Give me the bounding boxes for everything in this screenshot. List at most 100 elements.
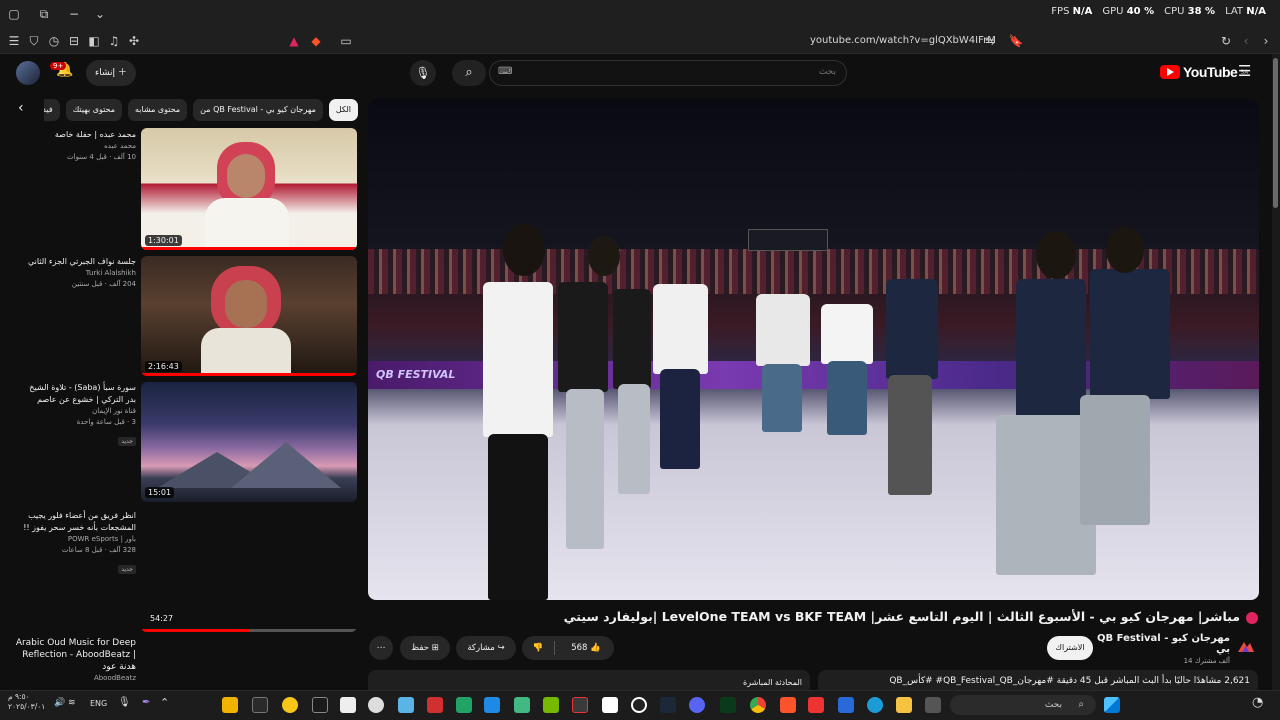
scrollbar-thumb[interactable] xyxy=(1273,58,1278,208)
shield-icon[interactable]: ⛉ xyxy=(24,28,44,54)
app-icon-15[interactable] xyxy=(631,697,647,713)
back-icon[interactable]: ‹ xyxy=(1236,28,1256,54)
related-chips: الكل من QB Festival - مهرجان كيو بي محتو… xyxy=(44,99,358,121)
app-icon-25[interactable] xyxy=(925,697,941,713)
music-icon[interactable]: ♫ xyxy=(104,28,124,54)
file-explorer-icon[interactable] xyxy=(896,697,912,713)
related-thumbnail-3[interactable]: 15:01 xyxy=(141,382,357,502)
app-icon-10[interactable] xyxy=(484,697,500,713)
history-icon[interactable]: ◷ xyxy=(44,28,64,54)
app-icon-5[interactable] xyxy=(340,697,356,713)
menu-icon[interactable]: ☰ xyxy=(4,28,24,54)
wifi-icon[interactable]: ≋ xyxy=(68,698,76,708)
app-icon-21[interactable] xyxy=(808,697,824,713)
nvidia-icon[interactable] xyxy=(543,697,559,713)
player-figure xyxy=(566,389,604,549)
excel-icon[interactable] xyxy=(456,697,472,713)
thumbs-up-icon: 👍 xyxy=(590,643,601,653)
app-icon-2[interactable] xyxy=(252,697,268,713)
chip-for-you[interactable]: محتوى بهيتك xyxy=(65,99,122,121)
subscriber-count: 14 ألف مشترك xyxy=(1183,657,1230,665)
keyboard-icon[interactable]: ⌨ xyxy=(498,66,512,77)
app-icon-6[interactable] xyxy=(368,697,384,713)
mic-tray-icon[interactable]: 🎙 xyxy=(118,697,131,708)
brave-shield-icon[interactable]: ◆ xyxy=(306,28,326,54)
language-indicator[interactable]: ENG xyxy=(90,699,107,708)
chevron-down-icon[interactable]: ⌄ xyxy=(90,1,110,27)
discord-icon[interactable] xyxy=(689,697,705,713)
share-icon: ↪ xyxy=(497,643,505,653)
related-thumbnail-2[interactable]: 2:16:43 xyxy=(141,256,357,376)
search-input[interactable]: بحث ⌨ xyxy=(489,60,847,86)
app-icon-18[interactable] xyxy=(720,697,736,713)
youtube-logo[interactable]: YouTube SA xyxy=(1160,64,1248,80)
restore-icon[interactable]: ⧉ xyxy=(34,1,54,27)
related-meta-4[interactable]: انظر فريق من أعضاء فلور يجيب المشجعات بأ… xyxy=(10,510,136,575)
forward-icon[interactable]: › xyxy=(1256,28,1276,54)
duration-badge: 1:30:01 xyxy=(145,235,182,246)
related-meta-5[interactable]: Arabic Oud Music for Deep Reflection - A… xyxy=(10,637,136,684)
more-actions-button[interactable]: ⋯ xyxy=(369,636,393,660)
tabs-icon[interactable]: ⊟ xyxy=(64,28,84,54)
brave-icon[interactable] xyxy=(780,697,796,713)
minimize-icon[interactable]: − xyxy=(64,1,84,27)
related-title: سورة سبأ (Saba) - تلاوة الشيخ بدر التركي… xyxy=(29,383,136,404)
steam-icon[interactable] xyxy=(660,697,676,713)
create-button[interactable]: إنشاء ＋ xyxy=(86,60,136,86)
bookmark-icon[interactable]: 🔖 xyxy=(1006,28,1026,54)
subscribe-button[interactable]: الاشتراك xyxy=(1047,636,1093,660)
app-icon-8[interactable] xyxy=(427,697,443,713)
windows-start-icon[interactable] xyxy=(1104,697,1120,713)
store-icon[interactable] xyxy=(838,697,854,713)
address-bar[interactable]: youtube.com/watch?v=glQXbW4IFrM xyxy=(810,28,996,54)
channel-logo-icon[interactable] xyxy=(1236,640,1256,656)
epic-games-icon[interactable] xyxy=(312,697,328,713)
vue-icon[interactable] xyxy=(514,697,530,713)
extensions-icon[interactable]: ✣ xyxy=(124,28,144,54)
app-icon-1[interactable] xyxy=(222,697,238,713)
chevron-left-icon[interactable]: ‹ xyxy=(18,100,24,116)
chip-from-channel[interactable]: من QB Festival - مهرجان كيو بي xyxy=(193,99,323,121)
video-player[interactable]: QB FESTIVAL xyxy=(368,99,1259,600)
edge-icon[interactable] xyxy=(867,697,883,713)
chrome-icon[interactable] xyxy=(750,697,766,713)
presenter-figure xyxy=(762,364,802,432)
chevron-up-icon[interactable]: ⌃ xyxy=(160,696,169,709)
related-meta-2[interactable]: جلسة نواف الجبرتي الجزء الثاني Turki Ala… xyxy=(20,256,136,290)
chip-similar[interactable]: محتوى مشابه xyxy=(127,99,188,121)
related-meta-1[interactable]: محمد عبده | حفلة خاصة محمد عبده 10 آلف ·… xyxy=(20,129,136,163)
avatar[interactable] xyxy=(16,61,40,85)
chip-video[interactable]: فيديو xyxy=(44,99,60,121)
chip-all[interactable]: الكل xyxy=(328,99,358,121)
logo-text: YouTube xyxy=(1183,64,1238,80)
sidebar-toggle-icon[interactable]: ▢ xyxy=(4,1,24,27)
app-icon-13[interactable] xyxy=(572,697,588,713)
system-clock[interactable]: ٩:٥٠ م ٢٠٢٥/٠٣/٠١ xyxy=(8,692,45,712)
dislike-button[interactable]: 👎 xyxy=(522,636,554,660)
notepad-icon[interactable] xyxy=(602,697,618,713)
share-button[interactable]: مشاركة ↪ xyxy=(456,636,516,660)
hamburger-icon[interactable]: ☰ xyxy=(1238,62,1251,80)
taskbar-search[interactable]: بحث ⌕ xyxy=(950,695,1096,715)
discord-like-icon[interactable] xyxy=(282,697,298,713)
related-thumbnail-1[interactable]: 1:30:01 xyxy=(141,128,357,250)
triangle-icon[interactable]: ▲ xyxy=(284,28,304,54)
related-meta-3[interactable]: سورة سبأ (Saba) - تلاوة الشيخ بدر التركي… xyxy=(20,382,136,447)
app-icon-7[interactable] xyxy=(398,697,414,713)
mic-button[interactable]: 🎙 xyxy=(410,60,436,86)
pen-icon[interactable]: ✒ xyxy=(142,697,150,708)
volume-icon[interactable]: 🔊 xyxy=(54,698,65,708)
like-button[interactable]: 568 👍 xyxy=(558,636,614,660)
notification-icon[interactable]: ◔ xyxy=(1252,695,1263,710)
cast-icon[interactable]: ▭ xyxy=(336,28,356,54)
search-button[interactable]: ⌕ xyxy=(452,60,486,86)
save-button[interactable]: حفظ ⊞ xyxy=(400,636,450,660)
sidebar-icon[interactable]: ◧ xyxy=(84,28,104,54)
channel-info[interactable]: QB Festival - مهرجان كيو بي 14 ألف مشترك xyxy=(1090,633,1230,665)
watch-progress xyxy=(141,373,357,376)
link-icon[interactable]: ⇋ xyxy=(980,28,1000,54)
related-thumbnail-4[interactable]: 54:27 xyxy=(141,508,357,632)
reload-icon[interactable]: ↻ xyxy=(1216,28,1236,54)
video-title-text: مباشر| مهرجان كيو بي - الأسبوع الثالث | … xyxy=(563,609,1240,624)
channel-name: QB Festival - مهرجان كيو بي xyxy=(1097,633,1230,655)
